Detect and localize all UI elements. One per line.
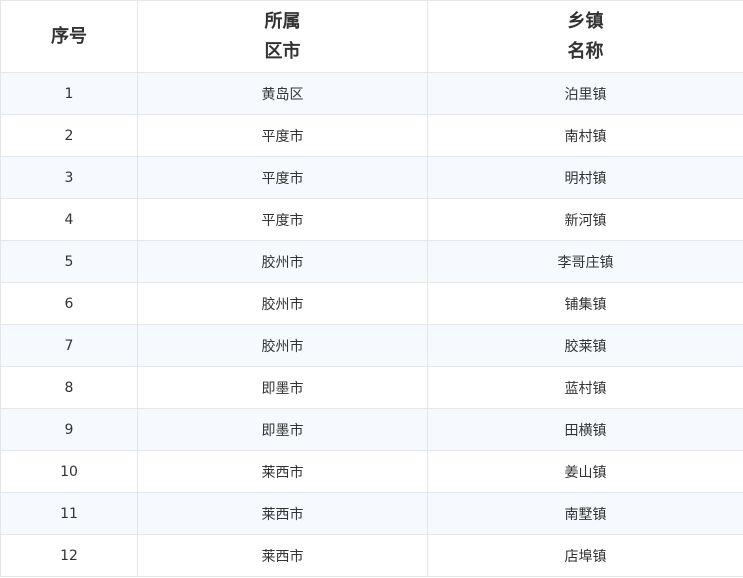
table-row: 1 黄岛区 泊里镇 bbox=[0, 72, 743, 115]
table-row: 6 胶州市 铺集镇 bbox=[0, 282, 743, 325]
cell-district: 莱西市 bbox=[137, 450, 428, 493]
cell-district: 莱西市 bbox=[137, 492, 428, 535]
cell-town: 泊里镇 bbox=[427, 72, 743, 115]
header-town-name-line-2: 名称 bbox=[567, 40, 604, 62]
cell-serial-number: 7 bbox=[0, 324, 138, 367]
cell-serial-number: 6 bbox=[0, 282, 138, 325]
table-row: 5 胶州市 李哥庄镇 bbox=[0, 240, 743, 283]
cell-serial-number: 2 bbox=[0, 114, 138, 157]
cell-serial-number: 12 bbox=[0, 534, 138, 577]
cell-district: 平度市 bbox=[137, 114, 428, 157]
cell-town: 李哥庄镇 bbox=[427, 240, 743, 283]
table-body: 1 黄岛区 泊里镇 2 平度市 南村镇 3 平度市 明村镇 4 平度市 新河镇 … bbox=[0, 72, 743, 577]
cell-serial-number: 10 bbox=[0, 450, 138, 493]
cell-town: 蓝村镇 bbox=[427, 366, 743, 409]
cell-town: 南村镇 bbox=[427, 114, 743, 157]
header-district-line-1: 所属 bbox=[264, 10, 301, 32]
table-row: 12 莱西市 店埠镇 bbox=[0, 534, 743, 577]
cell-town: 店埠镇 bbox=[427, 534, 743, 577]
cell-district: 莱西市 bbox=[137, 534, 428, 577]
cell-town: 田横镇 bbox=[427, 408, 743, 451]
header-district-line-2: 区市 bbox=[264, 40, 301, 62]
cell-serial-number: 11 bbox=[0, 492, 138, 535]
cell-district: 胶州市 bbox=[137, 240, 428, 283]
cell-town: 姜山镇 bbox=[427, 450, 743, 493]
header-town-name-line-1: 乡镇 bbox=[567, 10, 604, 32]
table-row: 4 平度市 新河镇 bbox=[0, 198, 743, 241]
header-district: 所属 区市 bbox=[137, 0, 428, 73]
header-town-name: 乡镇 名称 bbox=[427, 0, 743, 73]
table-row: 10 莱西市 姜山镇 bbox=[0, 450, 743, 493]
cell-district: 胶州市 bbox=[137, 282, 428, 325]
cell-serial-number: 3 bbox=[0, 156, 138, 199]
cell-town: 南墅镇 bbox=[427, 492, 743, 535]
cell-district: 即墨市 bbox=[137, 408, 428, 451]
cell-town: 胶莱镇 bbox=[427, 324, 743, 367]
table-row: 9 即墨市 田横镇 bbox=[0, 408, 743, 451]
cell-district: 平度市 bbox=[137, 198, 428, 241]
cell-serial-number: 1 bbox=[0, 72, 138, 115]
cell-district: 胶州市 bbox=[137, 324, 428, 367]
table-row: 11 莱西市 南墅镇 bbox=[0, 492, 743, 535]
header-row: 序号 所属 区市 乡镇 名称 bbox=[0, 0, 743, 73]
header-serial-number: 序号 bbox=[0, 0, 138, 73]
cell-district: 黄岛区 bbox=[137, 72, 428, 115]
cell-district: 平度市 bbox=[137, 156, 428, 199]
table-row: 8 即墨市 蓝村镇 bbox=[0, 366, 743, 409]
cell-town: 新河镇 bbox=[427, 198, 743, 241]
cell-town: 铺集镇 bbox=[427, 282, 743, 325]
cell-serial-number: 8 bbox=[0, 366, 138, 409]
towns-table: 序号 所属 区市 乡镇 名称 1 黄岛区 泊里镇 2 平度市 南村镇 3 平度市… bbox=[0, 0, 743, 577]
cell-serial-number: 5 bbox=[0, 240, 138, 283]
cell-district: 即墨市 bbox=[137, 366, 428, 409]
header-serial-number-line: 序号 bbox=[51, 25, 87, 47]
table-row: 7 胶州市 胶莱镇 bbox=[0, 324, 743, 367]
cell-serial-number: 4 bbox=[0, 198, 138, 241]
cell-town: 明村镇 bbox=[427, 156, 743, 199]
table-header: 序号 所属 区市 乡镇 名称 bbox=[0, 0, 743, 73]
table-row: 2 平度市 南村镇 bbox=[0, 114, 743, 157]
cell-serial-number: 9 bbox=[0, 408, 138, 451]
table-row: 3 平度市 明村镇 bbox=[0, 156, 743, 199]
